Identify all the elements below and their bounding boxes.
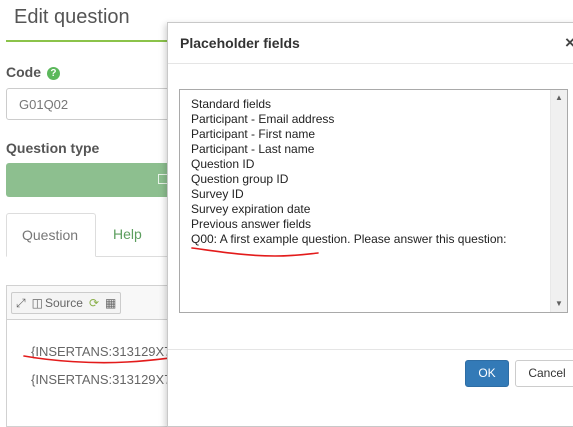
editor-line: {INSERTANS:313129X7	[31, 372, 172, 387]
editor-line: {INSERTANS:313129X7	[31, 344, 172, 359]
list-item[interactable]: Question ID	[191, 157, 567, 172]
title-underline	[6, 40, 176, 42]
placeholder-fields-dialog: Placeholder fields × Standard fields Par…	[167, 22, 573, 427]
listbox-items: Standard fields Participant - Email addr…	[180, 90, 567, 247]
source-icon[interactable]: ◫	[32, 296, 43, 310]
editor-content[interactable]: {INSERTANS:313129X7 {INSERTANS:313129X7	[7, 320, 185, 398]
editor-toolbar: ⤢ ◫ Source ⟳ ▦	[7, 286, 185, 320]
grid-icon[interactable]: ▦	[105, 296, 116, 310]
tab-question[interactable]: Question	[6, 213, 96, 257]
close-icon[interactable]: ×	[565, 33, 573, 53]
tab-help[interactable]: Help	[98, 213, 157, 257]
toolbar-group: ⤢ ◫ Source ⟳ ▦	[11, 292, 122, 314]
list-item[interactable]: Survey expiration date	[191, 202, 567, 217]
list-item[interactable]: Survey ID	[191, 187, 567, 202]
placeholder-listbox[interactable]: Standard fields Participant - Email addr…	[179, 89, 568, 313]
rich-text-editor: ⤢ ◫ Source ⟳ ▦ {INSERTANS:313129X7 {INSE…	[6, 285, 186, 427]
help-icon[interactable]: ?	[46, 67, 60, 80]
code-label: Code ?	[6, 64, 60, 80]
cancel-button[interactable]: Cancel	[515, 360, 573, 387]
dialog-footer-divider	[168, 349, 573, 350]
list-item[interactable]: Previous answer fields	[191, 217, 567, 232]
question-type-label: Question type	[6, 140, 100, 156]
list-item[interactable]: Participant - First name	[191, 127, 567, 142]
dialog-title: Placeholder fields	[180, 35, 300, 51]
ok-button[interactable]: OK	[465, 360, 509, 387]
listbox-scrollbar[interactable]: ▲ ▼	[550, 90, 567, 312]
code-input[interactable]	[6, 88, 186, 120]
scroll-up-icon[interactable]: ▲	[551, 90, 567, 106]
code-label-text: Code	[6, 64, 41, 80]
list-item[interactable]: Question group ID	[191, 172, 567, 187]
list-item[interactable]: Standard fields	[191, 97, 567, 112]
source-button[interactable]: Source	[45, 296, 83, 310]
page-title: Edit question	[14, 6, 130, 28]
question-type-button[interactable]	[6, 163, 186, 197]
dialog-header: Placeholder fields	[168, 23, 573, 64]
maximize-icon[interactable]: ⤢	[16, 296, 26, 311]
editor-tabs: Question Help	[6, 213, 186, 257]
list-item[interactable]: Participant - Email address	[191, 112, 567, 127]
refresh-icon[interactable]: ⟳	[89, 296, 99, 310]
scroll-down-icon[interactable]: ▼	[551, 296, 567, 312]
list-item[interactable]: Q00: A first example question. Please an…	[191, 232, 567, 247]
list-item[interactable]: Participant - Last name	[191, 142, 567, 157]
